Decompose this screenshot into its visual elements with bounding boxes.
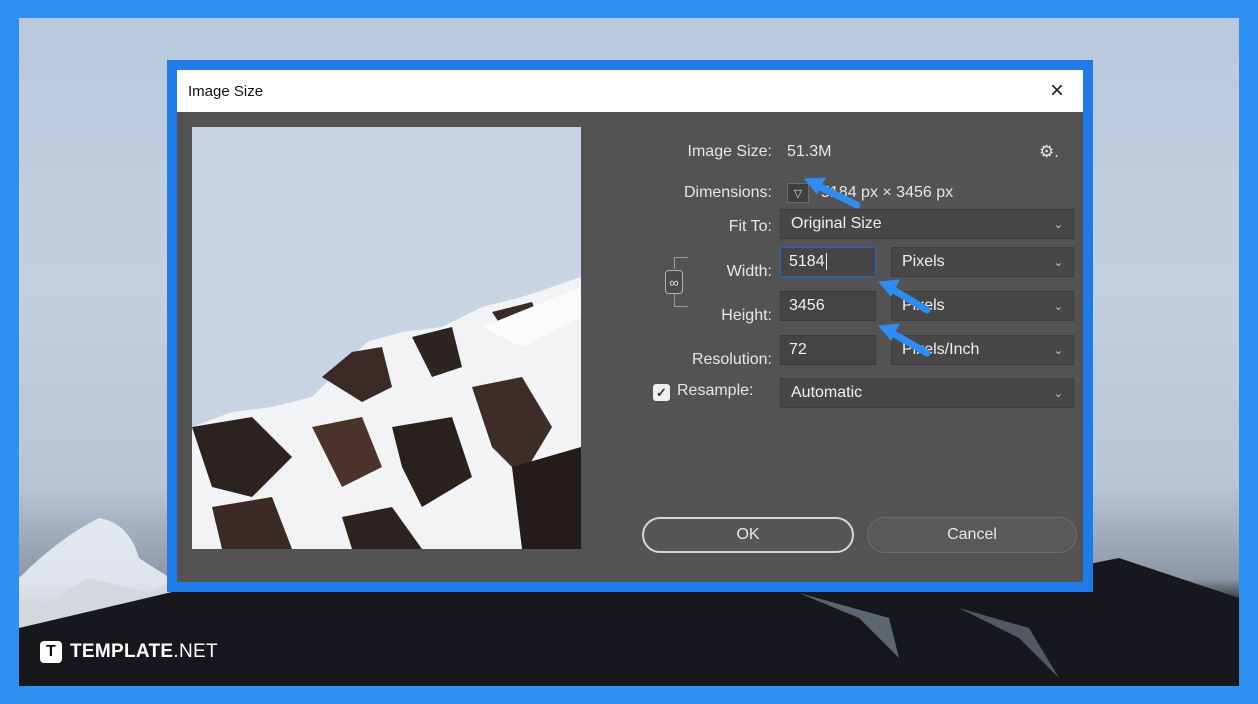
- link-bracket-bottom: [674, 294, 688, 307]
- chevron-down-icon: ⌄: [1053, 300, 1063, 313]
- dimensions-value: 5184 px × 3456 px: [821, 184, 954, 201]
- fit-to-select[interactable]: Original Size ⌄: [780, 209, 1074, 239]
- chevron-down-icon: ▽: [793, 187, 803, 200]
- width-unit-value: Pixels: [902, 253, 945, 270]
- resolution-unit-select[interactable]: Pixels/Inch ⌄: [891, 335, 1074, 365]
- resolution-input[interactable]: 72: [780, 335, 876, 365]
- template-net-logo: T TEMPLATE.NET: [40, 641, 218, 663]
- resample-value: Automatic: [791, 384, 863, 401]
- height-unit-select[interactable]: Pixels ⌄: [891, 291, 1074, 321]
- ok-button[interactable]: OK: [642, 517, 854, 553]
- dimensions-label: Dimensions:: [683, 184, 772, 201]
- dimensions-toggle[interactable]: ▽: [787, 183, 809, 203]
- gear-icon[interactable]: ⚙.: [1039, 142, 1059, 162]
- resample-label: Resample:: [677, 382, 754, 399]
- resolution-unit-value: Pixels/Inch: [902, 341, 980, 358]
- image-size-dialog: Image Size × Image Size: 51.3M ⚙. Dimens…: [177, 70, 1083, 582]
- height-unit-value: Pixels: [902, 297, 945, 314]
- resample-select[interactable]: Automatic ⌄: [780, 378, 1074, 408]
- cancel-button[interactable]: Cancel: [867, 517, 1077, 553]
- chevron-down-icon: ⌄: [1053, 218, 1063, 231]
- image-preview[interactable]: [192, 127, 581, 549]
- chevron-down-icon: ⌄: [1053, 256, 1063, 269]
- close-button[interactable]: ×: [1043, 77, 1071, 105]
- width-input[interactable]: 5184: [780, 247, 876, 277]
- image-size-label: Image Size:: [687, 143, 772, 160]
- dialog-title: Image Size: [188, 82, 264, 100]
- resolution-label: Resolution:: [691, 351, 772, 368]
- mountain-preview-image: [192, 127, 581, 549]
- dialog-titlebar: Image Size ×: [177, 70, 1083, 112]
- brand-name: TEMPLATE.NET: [70, 641, 218, 662]
- dialog-highlight-frame: Image Size × Image Size: 51.3M ⚙. Dimens…: [167, 60, 1093, 592]
- width-unit-select[interactable]: Pixels ⌄: [891, 247, 1074, 277]
- chevron-down-icon: ⌄: [1053, 344, 1063, 357]
- template-logo-icon: T: [40, 641, 62, 663]
- resample-checkbox[interactable]: ✓: [653, 384, 670, 401]
- fit-to-label: Fit To:: [728, 218, 772, 235]
- height-label: Height:: [721, 307, 772, 324]
- chevron-down-icon: ⌄: [1053, 387, 1063, 400]
- fit-to-value: Original Size: [791, 215, 882, 232]
- height-input[interactable]: 3456: [780, 291, 876, 321]
- image-size-value: 51.3M: [787, 143, 832, 160]
- width-label: Width:: [726, 263, 772, 280]
